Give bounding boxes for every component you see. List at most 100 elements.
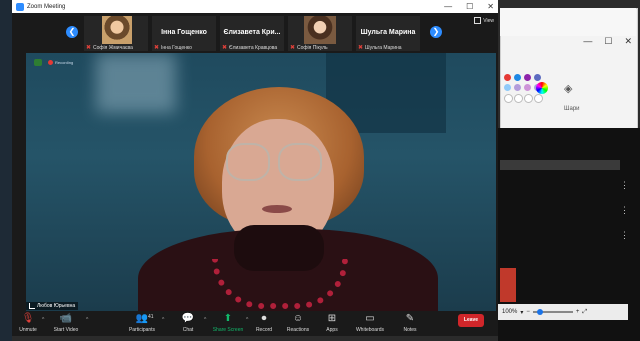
layers-icon[interactable]: ◈ bbox=[564, 82, 576, 95]
participants-button[interactable]: 👥 Participants bbox=[122, 313, 162, 333]
unmute-button[interactable]: 🎙 Unmute bbox=[8, 313, 48, 333]
leave-button[interactable]: Leave bbox=[458, 314, 484, 327]
zoom-in-icon[interactable]: + bbox=[576, 309, 580, 315]
participant-name: Шульга Марина bbox=[365, 44, 402, 51]
participant-display-name: Єлизавета Кри... bbox=[223, 29, 281, 36]
color-swatch[interactable] bbox=[514, 84, 521, 91]
participant-tile[interactable]: ✖ Софія Пікуль bbox=[288, 16, 352, 51]
participant-tile[interactable]: Інна Гощенко ✖ Інна Гощенко bbox=[152, 16, 216, 51]
mic-muted-icon: ✖ bbox=[358, 45, 364, 51]
color-wheel-icon[interactable] bbox=[536, 82, 548, 94]
tray-icon[interactable]: ⋮ bbox=[620, 230, 629, 241]
color-swatch[interactable] bbox=[534, 94, 543, 103]
tray-icon[interactable]: ⋮ bbox=[620, 180, 629, 191]
share-screen-button[interactable]: ⬆ Share Screen bbox=[208, 313, 248, 333]
whiteboard-icon: ▭ bbox=[365, 313, 375, 324]
shield-icon bbox=[34, 59, 42, 66]
participant-name: Софія Жмичаєва bbox=[93, 44, 133, 51]
zoom-out-icon[interactable]: − bbox=[526, 309, 530, 315]
chevron-left-icon: ❮ bbox=[68, 27, 76, 36]
glasses-left bbox=[226, 143, 270, 181]
record-dot-icon bbox=[48, 60, 53, 65]
color-swatch[interactable] bbox=[524, 74, 531, 81]
chevron-up-icon[interactable]: ^ bbox=[162, 317, 164, 323]
participant-name: Софія Пікуль bbox=[297, 44, 328, 51]
participant-tile[interactable]: ✖ Софія Жмичаєва bbox=[84, 16, 148, 51]
video-off-icon: 📹 bbox=[59, 313, 73, 324]
speaker-mouth bbox=[262, 205, 292, 213]
notes-icon: ✎ bbox=[405, 313, 415, 324]
desktop-left-edge bbox=[0, 0, 12, 341]
whiteboards-label: Whiteboards bbox=[355, 327, 385, 333]
minimize-icon[interactable]: — bbox=[444, 0, 452, 13]
color-swatch[interactable] bbox=[504, 94, 513, 103]
chevron-up-icon[interactable]: ^ bbox=[204, 317, 206, 323]
paint-statusbar: 100% ▾ − + ⤢ bbox=[498, 304, 628, 320]
participant-tile[interactable]: Єлизавета Кри... ✖ Єлизавета Кравцова bbox=[220, 16, 284, 51]
paint-window-controls: — ☐ ✕ bbox=[583, 36, 632, 47]
start-video-label: Start Video bbox=[53, 327, 79, 333]
participants-count: 41 bbox=[148, 314, 154, 320]
close-icon[interactable]: ✕ bbox=[487, 0, 494, 13]
color-swatch[interactable] bbox=[514, 74, 521, 81]
share-screen-label: Share Screen bbox=[212, 327, 244, 333]
whiteboards-button[interactable]: ▭ Whiteboards bbox=[350, 313, 390, 333]
apps-button[interactable]: ⊞ Apps bbox=[312, 313, 352, 333]
recording-indicator: Recording bbox=[34, 59, 73, 66]
participant-display-name: Інна Гощенко bbox=[161, 29, 207, 36]
close-icon[interactable]: ✕ bbox=[624, 36, 632, 47]
color-swatch[interactable] bbox=[504, 74, 511, 81]
color-swatch[interactable] bbox=[524, 94, 533, 103]
gallery-next-button[interactable]: ❯ bbox=[430, 26, 442, 38]
share-screen-icon: ⬆ bbox=[223, 313, 233, 324]
notes-label: Notes bbox=[403, 327, 417, 333]
color-swatch[interactable] bbox=[514, 94, 523, 103]
zoom-slider[interactable] bbox=[532, 309, 573, 315]
tray-icon[interactable]: ⋮ bbox=[620, 205, 629, 216]
start-video-button[interactable]: 📹 Start Video bbox=[46, 313, 86, 333]
zoom-level: 100% bbox=[502, 309, 518, 315]
people-icon: 👥 bbox=[135, 313, 149, 324]
chevron-right-icon: ❯ bbox=[432, 27, 440, 36]
grid-icon bbox=[474, 17, 482, 24]
chat-icon: 💬 bbox=[181, 313, 195, 324]
mic-muted-icon: ✖ bbox=[290, 45, 296, 51]
maximize-icon[interactable]: ☐ bbox=[604, 36, 612, 47]
participant-photo bbox=[304, 16, 336, 44]
participants-label: Participants bbox=[128, 327, 156, 333]
gallery-prev-button[interactable]: ❮ bbox=[66, 26, 78, 38]
zoom-window: Zoom Meeting — ☐ ✕ ❮ ✖ Софія Жмичаєва Інн… bbox=[12, 0, 498, 336]
zoom-slider-knob[interactable] bbox=[536, 309, 543, 315]
view-button[interactable]: View bbox=[474, 17, 494, 24]
gallery-strip: ❮ ✖ Софія Жмичаєва Інна Гощенко ✖ Інна Гощ… bbox=[12, 13, 498, 53]
mic-muted-icon: ✖ bbox=[86, 45, 92, 51]
background-bar bbox=[500, 160, 620, 170]
glasses-right bbox=[278, 143, 322, 181]
participant-tile[interactable]: Шульга Марина ✖ Шульга Марина bbox=[356, 16, 420, 51]
fit-icon[interactable]: ⤢ bbox=[582, 309, 587, 316]
participant-name: Інна Гощенко bbox=[161, 44, 192, 51]
color-swatch[interactable] bbox=[524, 84, 531, 91]
mic-muted-icon: ✖ bbox=[154, 45, 160, 51]
mic-muted-icon: ✖ bbox=[222, 45, 228, 51]
apps-label: Apps bbox=[326, 327, 338, 333]
chat-button[interactable]: 💬 Chat bbox=[168, 313, 208, 333]
meeting-toolbar: 🎙 Unmute ^ 📹 Start Video ^ 👥 Participant… bbox=[12, 311, 498, 336]
chevron-up-icon[interactable]: ^ bbox=[86, 317, 88, 323]
chevron-down-icon[interactable]: ▾ bbox=[520, 309, 523, 316]
notes-button[interactable]: ✎ Notes bbox=[390, 313, 430, 333]
maximize-icon[interactable]: ☐ bbox=[466, 0, 473, 13]
color-swatch[interactable] bbox=[504, 84, 511, 91]
background-light bbox=[96, 53, 176, 113]
participant-name: Єлизавета Кравцова bbox=[229, 44, 278, 51]
recording-text: Recording bbox=[55, 60, 74, 65]
window-title: Zoom Meeting bbox=[27, 3, 66, 10]
color-swatch[interactable] bbox=[534, 74, 541, 81]
active-speaker-video: Recording bbox=[26, 53, 496, 311]
signal-icon bbox=[29, 303, 35, 309]
chevron-up-icon[interactable]: ^ bbox=[42, 317, 44, 323]
chat-label: Chat bbox=[182, 327, 194, 333]
minimize-icon[interactable]: — bbox=[583, 36, 592, 47]
layers-label: Шари bbox=[564, 106, 580, 112]
participant-display-name: Шульга Марина bbox=[360, 29, 416, 36]
